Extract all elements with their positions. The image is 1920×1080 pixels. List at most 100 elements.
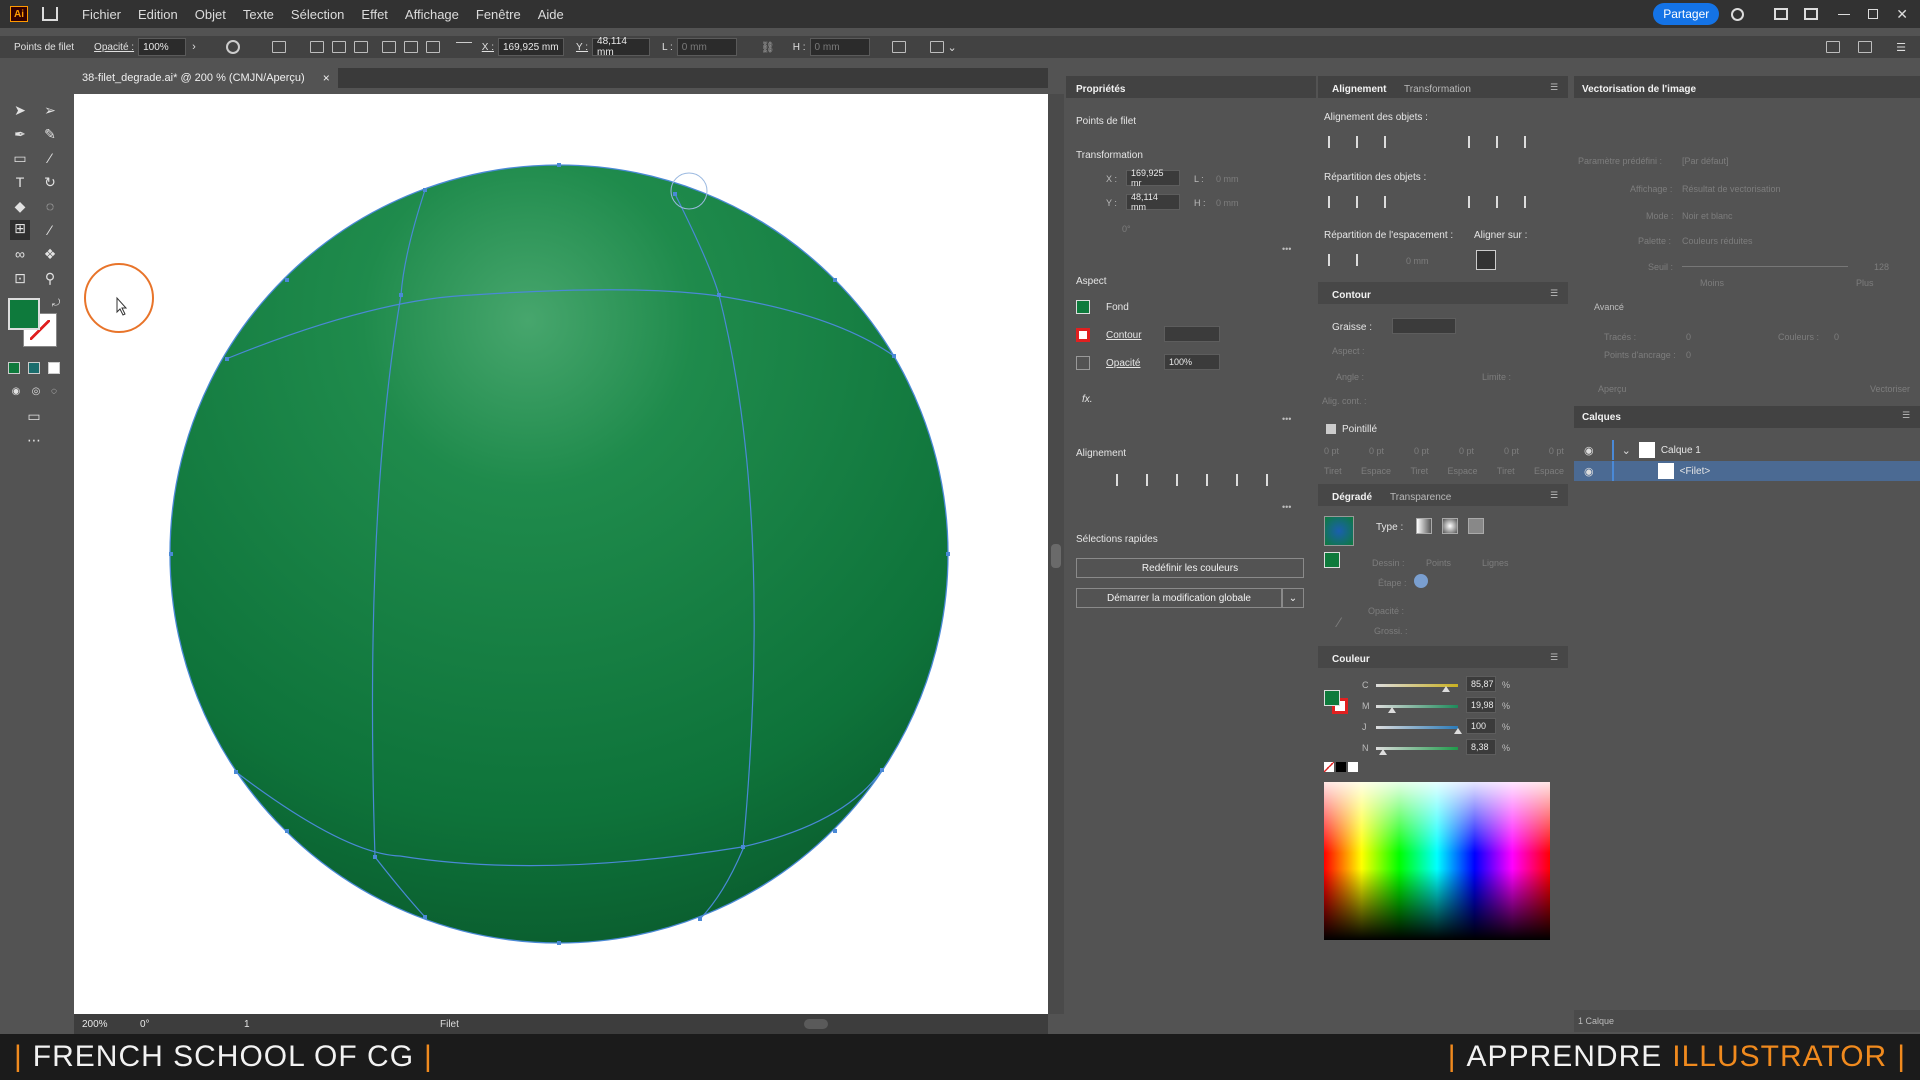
y-input[interactable]: 48,114 mm [592,36,651,58]
eyedropper-icon[interactable]: ⁄ [1338,614,1340,630]
contour-title[interactable]: Contour [1332,290,1371,301]
none-mode-icon[interactable] [48,362,60,374]
search-icon[interactable] [1731,7,1745,21]
opacity-input[interactable]: 100% [138,38,187,56]
align-key-object-icon[interactable] [1476,250,1496,270]
palette-value[interactable]: Couleurs réduites [1682,236,1753,246]
reference-point-icon[interactable] [455,42,472,52]
chevron-down-icon[interactable]: ⌄ [948,41,957,54]
menu-item-0[interactable]: Fichier [82,7,121,22]
channel-thumb[interactable] [1442,686,1451,692]
preset-value[interactable]: [Par défaut] [1682,156,1729,166]
gradient-mode-icon[interactable] [28,362,40,374]
eyedropper-tool-icon[interactable]: ⁄ [42,222,58,238]
channel-slider[interactable] [1376,726,1458,729]
channel-value[interactable]: 8,38 [1466,739,1496,755]
linear-type-icon[interactable] [1416,518,1432,534]
menu-item-4[interactable]: Sélection [291,7,344,22]
chevron-right-icon[interactable]: › [192,41,196,53]
recolor-icon[interactable] [225,40,240,54]
redefine-colors-button[interactable]: Redéfinir les couleurs [1076,558,1304,578]
mesh-sphere[interactable] [74,94,1048,1014]
close-tab-icon[interactable]: × [323,71,330,85]
dist-hcenter-icon[interactable] [1496,196,1510,208]
freeform-type-icon[interactable] [1468,518,1484,534]
menu-item-1[interactable]: Edition [138,7,178,22]
align-hcenter-icon[interactable] [331,41,346,53]
tab-alignment[interactable]: Alignement [1332,84,1386,95]
dist-left-icon[interactable] [1468,196,1482,208]
blend-tool-icon[interactable]: ∞ [12,246,28,262]
more-tools-icon[interactable]: ⋯ [26,432,42,448]
channel-slider[interactable] [1376,747,1458,750]
black-color-icon[interactable] [1336,762,1346,772]
constrain-icon[interactable]: ⛓ [761,41,775,54]
gradient-menu-icon[interactable]: ☰ [1550,490,1558,501]
x-input[interactable]: 169,925 mm [497,38,564,56]
screen-mode-icon[interactable]: ▭ [26,408,42,424]
threshold-value[interactable]: 128 [1874,262,1889,272]
align-top-icon[interactable] [381,41,396,53]
advanced-toggle[interactable]: Avancé [1594,302,1624,312]
color-spectrum[interactable] [1324,782,1550,940]
tab-properties[interactable]: Propriétés [1076,84,1125,95]
type-tool-icon[interactable]: T [12,174,28,190]
menu-icon[interactable]: ☰ [1896,41,1906,54]
vertical-scrollbar[interactable] [1048,94,1064,1014]
eraser-tool-icon[interactable]: ◆ [12,198,28,214]
menu-item-5[interactable]: Effet [361,7,388,22]
obj-align-vcenter-icon[interactable] [1496,136,1510,148]
dash-value[interactable]: 0 pt [1414,446,1429,456]
tab-transparency[interactable]: Transparence [1390,492,1451,503]
more-align-icon[interactable]: ••• [1282,502,1291,512]
share-button[interactable]: Partager [1653,3,1720,25]
vectorize-button[interactable]: Vectoriser [1870,384,1910,394]
gradient-preview[interactable] [1324,516,1354,546]
threshold-slider[interactable] [1682,266,1848,267]
align-vcenter-icon[interactable] [403,41,418,53]
curvature-tool-icon[interactable]: ✎ [42,126,58,142]
obj-align-top-icon[interactable] [1468,136,1482,148]
isolate-icon[interactable] [929,41,944,53]
direct-selection-tool-icon[interactable]: ➢ [42,102,58,118]
brush-tool-icon[interactable]: ⁄ [42,150,58,166]
menu-item-6[interactable]: Affichage [405,7,459,22]
horizontal-scrollbar[interactable] [804,1019,828,1029]
align-left-icon[interactable] [309,41,324,53]
menu-item-3[interactable]: Texte [243,7,274,22]
color-mode-icon[interactable] [8,362,20,374]
close-icon[interactable]: ✕ [1896,6,1908,23]
space-v-icon[interactable] [1328,254,1342,266]
symbol-tool-icon[interactable]: ❖ [42,246,58,262]
global-edit-dropdown[interactable]: ⌄ [1282,588,1304,608]
channel-thumb[interactable] [1454,728,1462,734]
align-hcenter-icon[interactable] [1146,474,1160,486]
dist-right-icon[interactable] [1524,196,1538,208]
channel-thumb[interactable] [1378,749,1387,755]
dash-value[interactable]: 0 pt [1369,446,1384,456]
home-icon[interactable] [42,7,58,21]
minimize-icon[interactable] [1838,13,1851,15]
step-icon[interactable] [1414,574,1428,588]
radial-type-icon[interactable] [1442,518,1458,534]
sync-icon[interactable] [1858,41,1873,53]
channel-value[interactable]: 85,87 [1466,676,1496,692]
rotate-tool-icon[interactable]: ↻ [42,174,58,190]
channel-value[interactable]: 100 [1466,718,1496,734]
dist-top-icon[interactable] [1328,196,1342,208]
arrange-icon[interactable] [1826,41,1841,53]
space-h-icon[interactable] [1356,254,1370,266]
spacing-value[interactable]: 0 mm [1406,256,1429,266]
white-color-icon[interactable] [1348,762,1358,772]
rotation-select[interactable]: 0° [136,1015,194,1033]
more-aspect-icon[interactable]: ••• [1282,414,1291,424]
y-input[interactable]: 48,114 mm [1126,192,1180,212]
channel-value[interactable]: 19,98 [1466,697,1496,713]
draw-behind-icon[interactable]: ◎ [28,384,44,400]
color-fill-swatch[interactable] [1324,690,1340,706]
color-title[interactable]: Couleur [1332,654,1370,665]
layer-row[interactable]: ◉ ⌄ Calque 1 [1574,440,1920,460]
align-right-icon[interactable] [1176,474,1190,486]
display-value[interactable]: Résultat de vectorisation [1682,184,1781,194]
zoom-tool-icon[interactable]: ⚲ [42,270,58,286]
